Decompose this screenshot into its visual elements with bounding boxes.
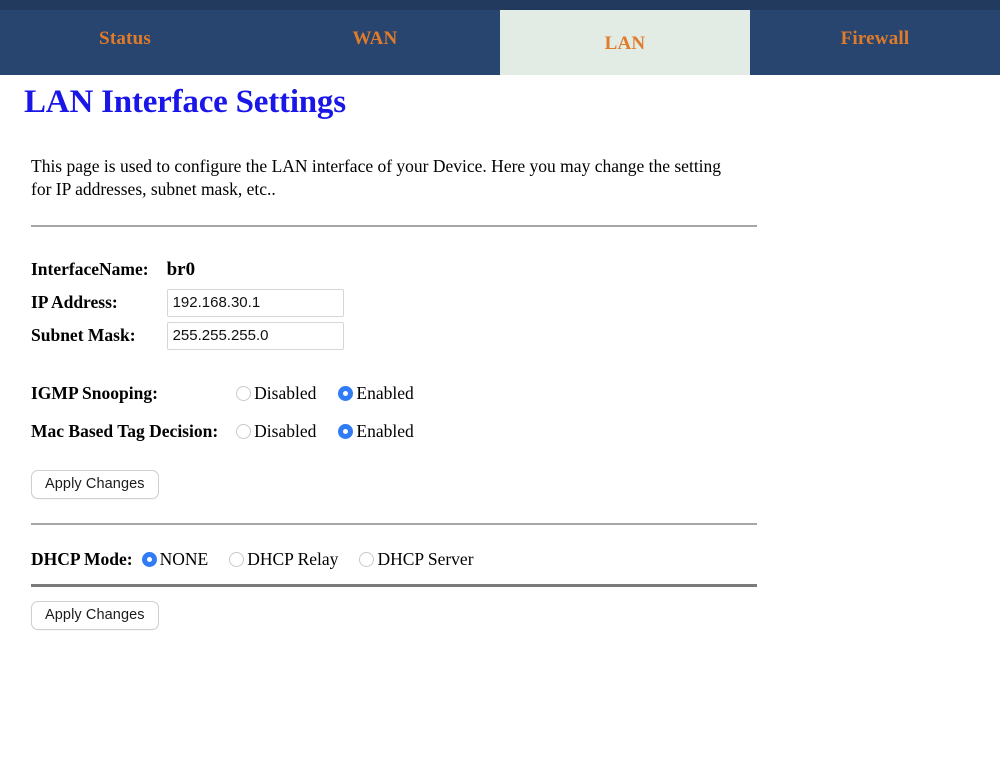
radio-icon-igmp-enabled[interactable] [338,385,354,401]
subnet-mask-label: Subnet Mask: [31,325,136,346]
interface-name-value: br0 [166,258,196,280]
table-row-mac-based-tag-decision: Mac Based Tag Decision: Disabled Enabled [31,412,636,450]
dhcp-mode-option-server-label: DHCP Server [377,549,474,570]
spacer-below-apply-top [31,499,771,523]
ip-address-value-cell [166,286,567,319]
dhcp-mode-label: DHCP Mode: [31,549,133,570]
igmp-snooping-label: IGMP Snooping: [31,382,158,403]
nav-tab-list: Status WAN LAN Firewall [0,0,1000,75]
apply-changes-button-bottom[interactable]: Apply Changes [31,601,159,631]
mac-based-tag-decision-options-cell: Disabled Enabled [236,412,636,450]
nav-tab-firewall-label: Firewall [840,28,910,49]
radio-icon-dhcp-none[interactable] [141,552,157,568]
nav-tab-status[interactable]: Status [0,0,250,75]
mac-tag-option-enabled[interactable]: Enabled [338,420,414,442]
table-row-ip-address: IP Address: [31,286,567,319]
mac-based-tag-decision-label: Mac Based Tag Decision: [31,420,219,441]
mac-tag-option-enabled-label: Enabled [356,420,414,441]
igmp-snooping-option-disabled-label: Disabled [254,382,317,403]
nav-tab-lan-label: LAN [604,33,646,54]
radio-icon-dhcp-relay[interactable] [229,552,245,568]
igmp-snooping-radio-group: Disabled Enabled [236,383,636,404]
spacer-above-apply-top [31,450,771,470]
igmp-snooping-options-cell: Disabled Enabled [236,374,636,412]
options-table: IGMP Snooping: Disabled Enabled Mac Base… [31,374,636,450]
igmp-snooping-option-disabled[interactable]: Disabled [236,383,316,404]
dhcp-mode-row: DHCP Mode: NONE DHCP Relay DHCP Server [31,549,771,570]
nav-tab-lan[interactable]: LAN [500,10,750,75]
divider-middle [31,523,757,526]
dhcp-mode-radio-group: NONE DHCP Relay DHCP Server [141,549,474,570]
table-row-subnet-mask: Subnet Mask: [31,319,567,352]
nav-tab-wan[interactable]: WAN [250,0,500,75]
apply-changes-button-top[interactable]: Apply Changes [31,470,159,500]
radio-icon-mac-tag-enabled[interactable] [338,423,354,439]
ip-address-label: IP Address: [31,292,118,313]
mac-tag-option-disabled-label: Disabled [254,420,317,441]
dhcp-mode-option-none-label: NONE [159,549,209,570]
dhcp-mode-option-relay-label: DHCP Relay [247,549,339,570]
divider-top [31,225,757,228]
top-navigation-bar: Status WAN LAN Firewall [0,0,1000,75]
table-row-interface-name: InterfaceName: br0 [31,253,567,286]
ip-address-input[interactable] [166,288,344,317]
page-title: LAN Interface Settings [24,84,346,120]
igmp-snooping-option-enabled-label: Enabled [356,382,414,403]
igmp-snooping-option-enabled[interactable]: Enabled [338,382,414,404]
interface-settings-table: InterfaceName: br0 IP Address: Subnet Ma… [31,253,567,352]
spacer-above-divider-bottom [31,570,771,584]
spacer-below-divider-bottom [31,587,771,601]
radio-icon-igmp-disabled[interactable] [236,385,252,401]
main-content: This page is used to configure the LAN i… [31,155,771,631]
mac-based-tag-decision-radio-group: Disabled Enabled [236,421,636,442]
table-row-igmp-snooping: IGMP Snooping: Disabled Enabled [31,374,636,412]
radio-icon-mac-tag-disabled[interactable] [236,423,252,439]
dhcp-mode-option-relay[interactable]: DHCP Relay [229,549,338,570]
page-description: This page is used to configure the LAN i… [31,156,722,200]
subnet-mask-input[interactable] [166,321,344,350]
radio-icon-dhcp-server[interactable] [359,552,375,568]
nav-tab-wan-label: WAN [352,28,398,49]
subnet-mask-value-cell [166,319,567,352]
interface-name-label: InterfaceName: [31,259,149,280]
nav-tab-firewall[interactable]: Firewall [750,0,1000,75]
mac-tag-option-disabled[interactable]: Disabled [236,421,316,442]
interface-name-value-cell: br0 [167,253,567,286]
dhcp-mode-option-server[interactable]: DHCP Server [359,549,474,570]
dhcp-mode-option-none[interactable]: NONE [141,549,209,570]
nav-tab-status-label: Status [99,28,151,49]
